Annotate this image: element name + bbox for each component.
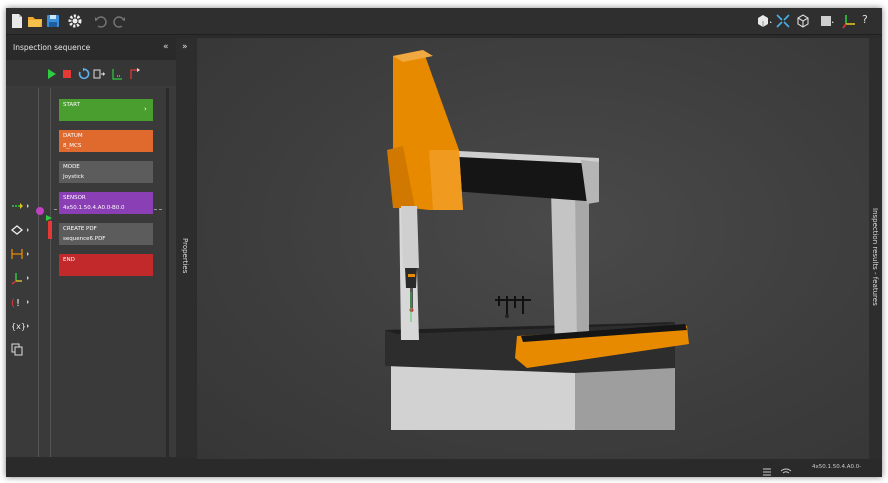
properties-panel-tab[interactable]: » Properties xyxy=(176,38,196,457)
properties-label: Properties xyxy=(181,238,189,274)
copy-icon[interactable] xyxy=(10,342,32,356)
help-icon[interactable]: ? xyxy=(862,13,880,31)
wireframe-cube-icon[interactable] xyxy=(794,12,812,30)
new-file-icon[interactable] xyxy=(8,12,26,30)
application-window: ? Inspection sequence « (! {x} START › … xyxy=(6,8,882,477)
fit-view-icon[interactable] xyxy=(774,12,792,30)
variable-icon[interactable]: {x} xyxy=(10,318,32,332)
step-into-icon[interactable] xyxy=(92,66,106,80)
breakpoint-marker[interactable] xyxy=(36,207,44,215)
block-title: DATUM xyxy=(63,133,83,139)
open-folder-icon[interactable] xyxy=(26,12,44,30)
sequence-block-create-pdf[interactable]: CREATE PDF sequence6.PDF xyxy=(59,223,153,245)
block-title: MODE xyxy=(63,164,80,170)
inspection-sequence-panel: Inspection sequence « (! {x} START › DA… xyxy=(6,38,176,457)
sequence-rail xyxy=(50,88,51,457)
plane-feature-icon[interactable] xyxy=(10,222,32,236)
svg-text:!: ! xyxy=(16,298,20,309)
axis-triad-icon[interactable] xyxy=(840,12,858,30)
coordinate-system-icon[interactable] xyxy=(10,270,32,285)
block-subtitle: sequence6.PDF xyxy=(63,236,106,242)
sequence-block-start[interactable]: START › xyxy=(59,99,153,121)
cmm-machine-model xyxy=(385,50,689,430)
view-cube-icon[interactable] xyxy=(754,12,772,30)
step-out-icon[interactable] xyxy=(128,66,142,80)
block-subtitle: 4x50.1.50.4.A0.0-B0.0 xyxy=(63,205,125,211)
probe-stylus xyxy=(410,288,413,308)
sequence-block-mode[interactable]: MODE Joystick xyxy=(59,161,153,183)
list-icon[interactable] xyxy=(762,462,772,477)
stop-icon[interactable] xyxy=(60,66,74,80)
block-subtitle: 8_MCS xyxy=(63,143,82,149)
collapse-panel-icon[interactable]: « xyxy=(163,42,169,52)
3d-viewport[interactable] xyxy=(197,38,869,459)
chevron-right-icon[interactable]: › xyxy=(144,105,147,113)
wifi-icon[interactable] xyxy=(780,462,792,477)
sequence-toolbar xyxy=(6,60,176,86)
expand-properties-icon[interactable]: » xyxy=(182,42,188,52)
block-subtitle: Joystick xyxy=(63,174,85,180)
display-mode-icon[interactable] xyxy=(818,12,836,30)
scrollbar[interactable] xyxy=(166,88,169,457)
distance-icon[interactable] xyxy=(10,246,32,260)
block-title: CREATE PDF xyxy=(63,226,97,232)
step-over-icon[interactable] xyxy=(110,66,124,80)
block-title: START xyxy=(63,102,80,108)
sequence-area: (! {x} START › DATUM 8_MCS MODE Joystick… xyxy=(6,88,176,457)
svg-text:{x}: {x} xyxy=(11,322,26,331)
sequence-block-end[interactable]: END xyxy=(59,254,153,276)
reset-icon[interactable] xyxy=(76,66,90,80)
status-bar: 4x50.1.50.4.A0.0- xyxy=(6,459,882,477)
panel-header: Inspection sequence « xyxy=(6,38,176,60)
block-title: SENSOR xyxy=(63,195,86,201)
move-point-icon[interactable] xyxy=(10,198,32,212)
sequence-rail xyxy=(38,88,39,457)
gear-icon[interactable] xyxy=(66,12,84,30)
sequence-block-datum[interactable]: DATUM 8_MCS xyxy=(59,130,153,152)
sequence-block-sensor[interactable]: SENSOR 4x50.1.50.4.A0.0-B0.0 xyxy=(59,192,153,214)
results-label: Inspection results - features xyxy=(871,208,879,306)
save-icon[interactable] xyxy=(44,12,62,30)
main-toolbar: ? xyxy=(6,8,882,35)
svg-text:(: ( xyxy=(11,298,15,309)
z-ram xyxy=(401,206,419,268)
error-marker xyxy=(48,221,52,239)
redo-icon[interactable] xyxy=(110,12,128,30)
panel-title: Inspection sequence xyxy=(13,43,91,52)
block-title: END xyxy=(63,257,75,263)
condition-icon[interactable]: (! xyxy=(10,294,32,309)
play-icon[interactable] xyxy=(44,66,58,80)
sensor-status-text: 4x50.1.50.4.A0.0- xyxy=(812,464,862,470)
results-panel-tab[interactable]: Inspection results - features xyxy=(869,38,882,459)
undo-icon[interactable] xyxy=(92,12,110,30)
probe-head xyxy=(405,268,417,288)
